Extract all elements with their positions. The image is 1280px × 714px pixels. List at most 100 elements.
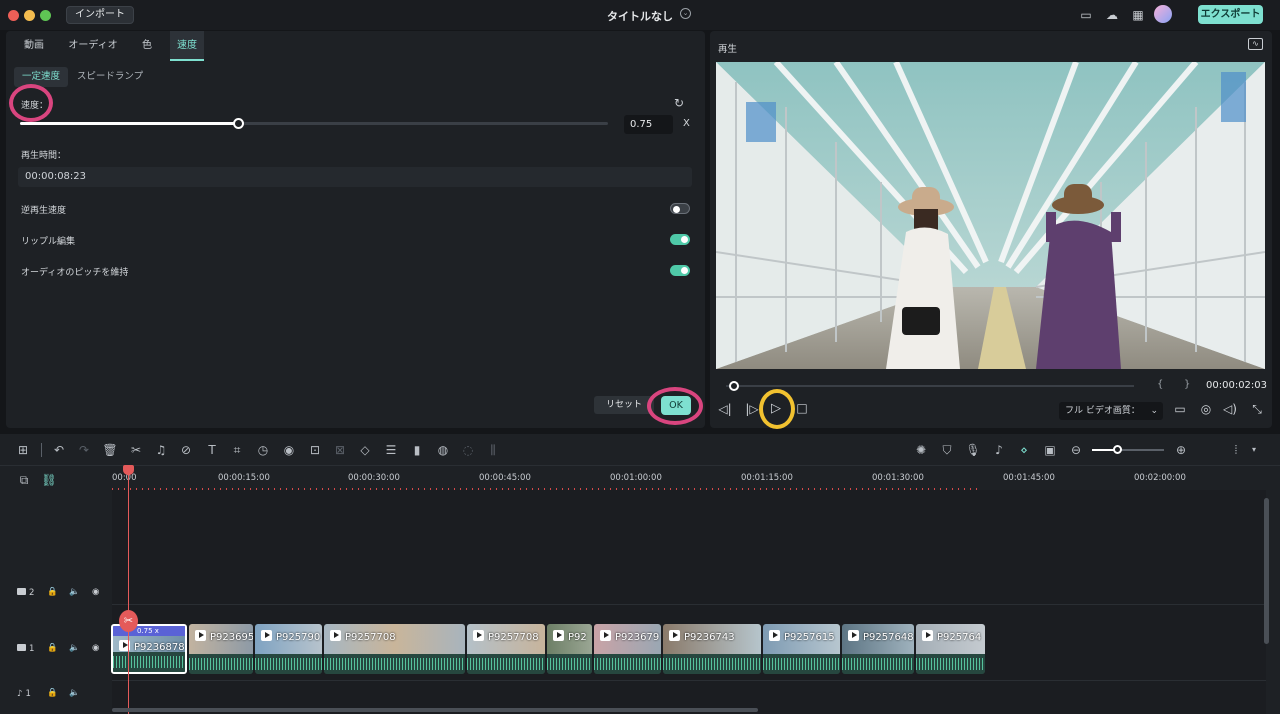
stabilize-icon[interactable]: ⊡: [307, 442, 323, 458]
speed-icon[interactable]: ◷: [255, 442, 271, 458]
split-clip-icon[interactable]: ▮: [409, 442, 425, 458]
reset-speed-icon[interactable]: ↻: [674, 96, 684, 110]
stop-icon[interactable]: □: [794, 401, 810, 415]
speaker-icon[interactable]: 🔈: [69, 587, 80, 597]
speaker-icon[interactable]: 🔈: [69, 643, 80, 653]
scissors-icon[interactable]: ✂: [119, 610, 138, 632]
grid-apps-icon[interactable]: ▦: [1130, 7, 1146, 23]
playhead-handle[interactable]: [123, 465, 134, 475]
timeline-clip[interactable]: P925764: [916, 624, 985, 674]
color-palette-icon[interactable]: ◉: [281, 442, 297, 458]
timeline-ruler[interactable]: [112, 467, 1280, 490]
zoom-out-icon[interactable]: ⊖: [1068, 442, 1084, 458]
export-button[interactable]: エクスポート: [1198, 5, 1263, 24]
timeline-clip[interactable]: P92: [547, 624, 592, 674]
subtitle-icon[interactable]: ▣: [1042, 442, 1058, 458]
volume-icon[interactable]: ◁): [1222, 402, 1238, 416]
add-track-icon[interactable]: ⧉: [16, 472, 32, 488]
clip-name: P925790: [261, 630, 320, 643]
tab-audio[interactable]: オーディオ: [62, 31, 124, 61]
render-preview-icon[interactable]: ✺: [913, 442, 929, 458]
vertical-scrollbar[interactable]: [1264, 498, 1269, 644]
timeline-clip[interactable]: P925790: [255, 624, 322, 674]
redo-icon[interactable]: ↷: [76, 442, 92, 458]
timeline-clip[interactable]: P923679: [594, 624, 661, 674]
timeline-clip[interactable]: P9257708: [324, 624, 465, 674]
speaker-icon[interactable]: 🔈: [69, 688, 80, 698]
chevron-down-icon[interactable]: ⌄: [680, 8, 691, 19]
subtab-constant-speed[interactable]: 一定速度: [14, 67, 68, 87]
ripple-edit-toggle[interactable]: [670, 234, 690, 245]
timeline-clip[interactable]: P9257708: [467, 624, 545, 674]
track-layout-icon[interactable]: ⦙: [1228, 442, 1244, 458]
timeline-clip[interactable]: P9236743: [663, 624, 761, 674]
video-clip-icon: [769, 630, 780, 641]
ruler-label: 00:00: [112, 473, 137, 483]
lock-icon[interactable]: 🔒: [47, 587, 58, 597]
undo-icon[interactable]: ↶: [51, 442, 67, 458]
lock-icon[interactable]: 🔒: [47, 643, 58, 653]
display-icon[interactable]: ▭: [1172, 402, 1188, 416]
keyframe-icon[interactable]: ◇: [357, 442, 373, 458]
cut-icon[interactable]: ✂: [128, 442, 144, 458]
horizontal-scrollbar[interactable]: [112, 708, 758, 712]
layout-grid-icon[interactable]: ⊞: [15, 442, 31, 458]
mark-in-button[interactable]: {: [1157, 379, 1163, 390]
audio-wave-icon[interactable]: ⫼: [485, 442, 501, 458]
chevron-down-icon[interactable]: ▾: [1246, 442, 1262, 458]
adjust-icon[interactable]: ☰: [383, 442, 399, 458]
previous-frame-icon[interactable]: ◁|: [717, 402, 733, 416]
timeline-clip[interactable]: 0.75 x P9236878: [111, 624, 187, 674]
mask-icon[interactable]: ⊠: [332, 442, 348, 458]
ai-icon[interactable]: ◍: [435, 442, 451, 458]
tag-icon[interactable]: ⊘: [178, 442, 194, 458]
keep-pitch-toggle[interactable]: [670, 265, 690, 276]
fullscreen-icon[interactable]: ⤡: [1249, 402, 1265, 417]
mark-out-button[interactable]: }: [1184, 379, 1190, 390]
speed-slider-handle[interactable]: [233, 118, 244, 129]
speed-value-input[interactable]: 0.75: [624, 115, 673, 134]
link-icon[interactable]: ⛓: [41, 472, 57, 488]
cloud-upload-icon[interactable]: ☁: [1104, 7, 1120, 23]
delete-icon[interactable]: 🗑: [102, 442, 118, 458]
avatar[interactable]: [1154, 5, 1172, 23]
zoom-in-icon[interactable]: ⊕: [1173, 442, 1189, 458]
maximize-window-icon[interactable]: [40, 10, 51, 21]
text-icon[interactable]: T: [204, 442, 220, 458]
microphone-icon[interactable]: 🎙: [965, 442, 981, 458]
ripple-edit-label: リップル編集: [21, 237, 76, 247]
marker-icon[interactable]: ⛉: [939, 442, 955, 458]
reverse-speed-toggle[interactable]: [670, 203, 690, 214]
audio-edit-icon[interactable]: ♫: [153, 442, 169, 458]
crop-icon[interactable]: ⌗: [229, 442, 245, 458]
import-button[interactable]: インポート: [66, 6, 134, 24]
waveform-monitor-icon[interactable]: ∿: [1248, 38, 1263, 50]
lock-icon[interactable]: 🔒: [47, 688, 58, 698]
timeline-clip[interactable]: P9257648: [842, 624, 914, 674]
zoom-slider-handle[interactable]: [1113, 445, 1122, 454]
playback-progress-handle[interactable]: [729, 381, 739, 391]
timeline-clip[interactable]: P923695: [189, 624, 253, 674]
tab-speed[interactable]: 速度: [170, 31, 204, 61]
eye-icon[interactable]: ◉: [92, 587, 99, 597]
playhead-line[interactable]: [128, 467, 129, 714]
audio-mixer-icon[interactable]: ♪: [991, 442, 1007, 458]
snap-icon[interactable]: ⋄: [1016, 442, 1032, 458]
render-icon[interactable]: ◌: [460, 442, 476, 458]
next-frame-icon[interactable]: |▷: [744, 402, 760, 416]
quality-dropdown[interactable]: フル ビデオ画質： ⌄: [1059, 402, 1163, 420]
video-preview[interactable]: [716, 62, 1265, 369]
layout-icon[interactable]: ▭: [1078, 7, 1094, 23]
close-window-icon[interactable]: [8, 10, 19, 21]
tab-color[interactable]: 色: [132, 31, 162, 61]
subtab-speed-ramp[interactable]: スピードランプ: [72, 67, 148, 87]
reset-button[interactable]: リセット: [594, 396, 654, 414]
tab-video[interactable]: 動画: [14, 31, 54, 61]
playback-progress-track[interactable]: [726, 385, 1134, 387]
timeline-clip[interactable]: P9257615: [763, 624, 840, 674]
track-divider: [112, 604, 1266, 605]
minimize-window-icon[interactable]: [24, 10, 35, 21]
eye-icon[interactable]: ◉: [92, 643, 99, 653]
duration-input[interactable]: 00:00:08:23: [18, 167, 692, 187]
snapshot-camera-icon[interactable]: ◎: [1198, 402, 1214, 416]
